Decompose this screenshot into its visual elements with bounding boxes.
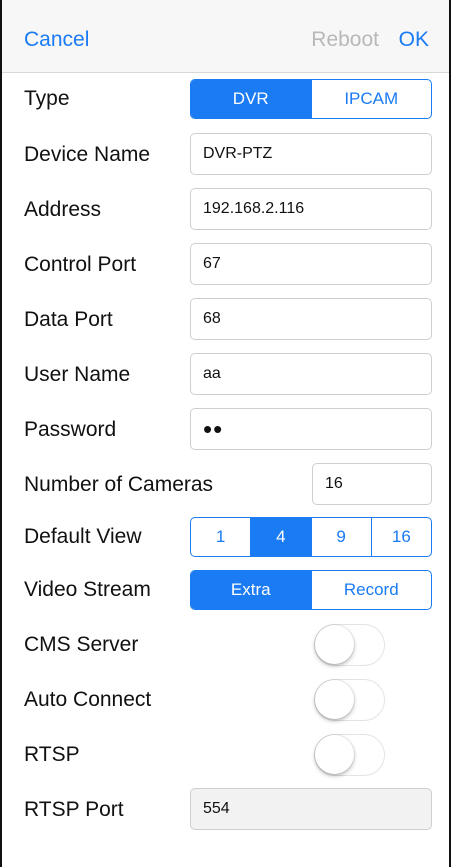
auto-connect-toggle[interactable] <box>314 679 385 721</box>
user-name-field[interactable] <box>190 353 432 395</box>
default-view-option-4[interactable]: 4 <box>250 518 311 556</box>
video-stream-option-extra[interactable]: Extra <box>191 571 311 609</box>
control-port-row: Control Port <box>2 238 449 292</box>
navigation-bar: Cancel Reboot OK <box>2 0 449 73</box>
type-label: Type <box>24 87 70 110</box>
data-port-row: Data Port <box>2 293 449 347</box>
number-of-cameras-label: Number of Cameras <box>24 473 214 496</box>
video-stream-segmented-control: Extra Record <box>190 570 432 610</box>
type-option-dvr[interactable]: DVR <box>191 80 311 118</box>
control-port-field[interactable] <box>190 243 432 285</box>
video-stream-label: Video Stream <box>24 578 151 601</box>
user-name-row: User Name <box>2 348 449 402</box>
rtsp-label: RTSP <box>24 743 80 766</box>
device-name-row: Device Name <box>2 128 449 182</box>
number-of-cameras-row: Number of Cameras <box>2 458 449 512</box>
password-field[interactable] <box>190 408 432 450</box>
video-stream-row: Video Stream Extra Record <box>2 563 449 617</box>
default-view-option-1[interactable]: 1 <box>191 518 250 556</box>
cancel-button[interactable]: Cancel <box>24 27 89 53</box>
cms-server-row: CMS Server <box>2 618 449 672</box>
type-row: Type DVR IPCAM <box>2 72 449 126</box>
password-row: Password <box>2 403 449 457</box>
rtsp-toggle[interactable] <box>314 734 385 776</box>
data-port-label: Data Port <box>24 308 113 331</box>
video-stream-option-record[interactable]: Record <box>310 571 432 609</box>
rtsp-port-label: RTSP Port <box>24 798 124 821</box>
ok-button[interactable]: OK <box>399 27 429 53</box>
number-of-cameras-field[interactable] <box>312 463 432 505</box>
default-view-row: Default View 1 4 9 16 <box>2 510 449 564</box>
address-row: Address <box>2 183 449 237</box>
toggle-knob <box>315 735 354 774</box>
auto-connect-label: Auto Connect <box>24 688 152 711</box>
default-view-segmented-control: 1 4 9 16 <box>190 517 432 557</box>
default-view-option-9[interactable]: 9 <box>310 518 371 556</box>
cms-server-toggle[interactable] <box>314 624 385 666</box>
default-view-option-16[interactable]: 16 <box>370 518 431 556</box>
address-label: Address <box>24 198 102 221</box>
user-name-label: User Name <box>24 363 131 386</box>
cms-server-label: CMS Server <box>24 633 139 656</box>
type-option-ipcam[interactable]: IPCAM <box>310 80 432 118</box>
toggle-knob <box>315 680 354 719</box>
type-segmented-control: DVR IPCAM <box>190 79 432 119</box>
toggle-knob <box>315 625 354 664</box>
data-port-field[interactable] <box>190 298 432 340</box>
auto-connect-row: Auto Connect <box>2 673 449 727</box>
rtsp-port-row: RTSP Port <box>2 783 449 837</box>
device-name-label: Device Name <box>24 143 151 166</box>
password-label: Password <box>24 418 117 441</box>
device-settings-screen: Cancel Reboot OK Type DVR IPCAM Device N… <box>0 0 451 867</box>
rtsp-row: RTSP <box>2 728 449 782</box>
reboot-button[interactable]: Reboot <box>311 27 379 53</box>
default-view-label: Default View <box>24 525 142 548</box>
address-field[interactable] <box>190 188 432 230</box>
device-name-field[interactable] <box>190 133 432 175</box>
control-port-label: Control Port <box>24 253 137 276</box>
rtsp-port-field[interactable] <box>190 788 432 830</box>
